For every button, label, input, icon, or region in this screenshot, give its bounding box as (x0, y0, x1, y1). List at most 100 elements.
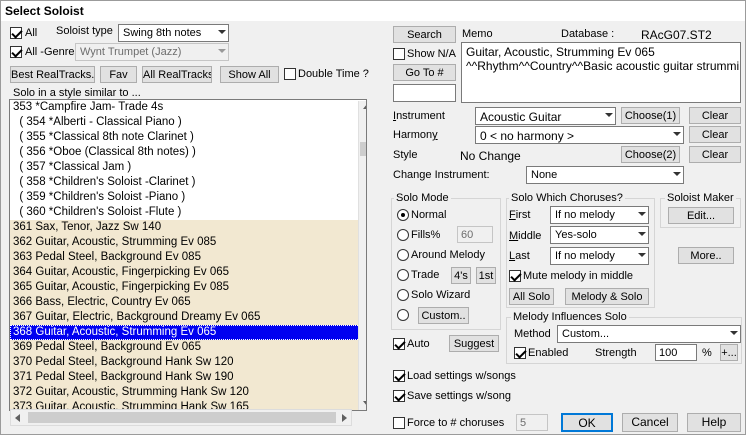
double-time-label: Double Time ? (298, 68, 369, 80)
list-item[interactable]: ( 358 *Children's Soloist -Clarinet ) (10, 175, 366, 190)
instrument-select[interactable]: Acoustic Guitar (475, 107, 616, 125)
load-settings-checkbox[interactable] (393, 370, 405, 382)
horizontal-scroll-thumb[interactable] (28, 412, 336, 423)
last-chorus-select[interactable]: If no melody (550, 247, 649, 265)
vertical-scrollbar[interactable] (358, 101, 366, 410)
percent-label: % (702, 347, 712, 359)
list-item[interactable]: 371 Pedal Steel, Background Hank Sw 190 (10, 370, 366, 385)
strength-input[interactable]: 100 (655, 344, 697, 361)
list-item[interactable]: 361 Sax, Tenor, Jazz Sw 140 (10, 220, 366, 235)
solo-wizard-radio[interactable] (397, 289, 409, 301)
ok-button[interactable]: OK (561, 413, 613, 432)
clear-harmony-button[interactable]: Clear (689, 126, 741, 143)
auto-checkbox[interactable] (393, 338, 405, 350)
list-item[interactable]: 353 *Campfire Jam- Trade 4s (10, 100, 366, 115)
trade-first-button[interactable]: 1st (476, 267, 496, 284)
all-realtracks-button[interactable]: All RealTracks (142, 66, 212, 83)
list-item[interactable]: 370 Pedal Steel, Background Hank Sw 120 (10, 355, 366, 370)
fav-button[interactable]: Fav (100, 66, 137, 83)
list-item[interactable]: 363 Pedal Steel, Background Ev 085 (10, 250, 366, 265)
list-item[interactable]: ( 356 *Oboe (Classical 8th notes) ) (10, 145, 366, 160)
list-item[interactable]: ( 360 *Children's Soloist -Flute ) (10, 205, 366, 220)
list-item[interactable]: 369 Pedal Steel, Background Ev 065 (10, 340, 366, 355)
list-item[interactable]: 365 Guitar, Acoustic, Fingerpicking Ev 0… (10, 280, 366, 295)
list-item[interactable]: 362 Guitar, Acoustic, Strumming Ev 085 (10, 235, 366, 250)
list-item[interactable]: 372 Guitar, Acoustic, Strumming Hank Sw … (10, 385, 366, 400)
double-time-checkbox[interactable] (284, 68, 296, 80)
soloist-type-select[interactable]: Swing 8th notes (118, 24, 229, 42)
edit-soloist-button[interactable]: Edit... (668, 207, 734, 224)
cancel-button[interactable]: Cancel (622, 413, 678, 432)
change-instrument-select[interactable]: None (526, 166, 684, 184)
force-choruses-input[interactable]: 5 (516, 414, 548, 431)
melody-and-solo-button[interactable]: Melody & Solo (565, 288, 649, 305)
clear-style-button[interactable]: Clear (689, 146, 741, 163)
first-chorus-select[interactable]: If no melody (550, 206, 649, 224)
soloist-maker-title: Soloist Maker (665, 192, 736, 204)
list-item[interactable]: ( 355 *Classical 8th note Clarinet ) (10, 130, 366, 145)
around-melody-radio[interactable] (397, 249, 409, 261)
fills-percent-input[interactable]: 60 (457, 226, 493, 243)
best-realtracks-button[interactable]: Best RealTracks... (10, 66, 95, 83)
show-all-button[interactable]: Show All (220, 66, 279, 83)
memo-textbox[interactable]: Guitar, Acoustic, Strumming Ev 065 ^^Rhy… (461, 42, 741, 103)
list-item[interactable]: ( 359 *Children's Soloist -Piano ) (10, 190, 366, 205)
horizontal-scrollbar[interactable] (10, 409, 352, 426)
middle-chorus-select[interactable]: Yes-solo (550, 226, 649, 244)
trade-fours-button[interactable]: 4's (451, 267, 471, 284)
help-button[interactable]: Help (687, 413, 741, 432)
scroll-right-arrow-icon[interactable] (342, 414, 347, 422)
select-soloist-dialog: Select Soloist All Soloist type Swing 8t… (0, 0, 746, 435)
harmony-select[interactable]: 0 < no harmony > (475, 126, 684, 144)
list-item[interactable]: 364 Guitar, Acoustic, Fingerpicking Ev 0… (10, 265, 366, 280)
mute-melody-checkbox[interactable] (509, 270, 521, 282)
more-button[interactable]: More.. (678, 247, 734, 264)
memo-line-1: Guitar, Acoustic, Strumming Ev 065 (466, 45, 655, 59)
list-item[interactable]: 368 Guitar, Acoustic, Strumming Ev 065 (10, 325, 366, 340)
choose-style-button[interactable]: Choose(2) (621, 146, 680, 163)
show-na-checkbox[interactable] (393, 48, 405, 60)
scroll-up-arrow-icon[interactable] (363, 104, 366, 109)
normal-radio[interactable] (397, 209, 409, 221)
list-item[interactable]: ( 357 *Classical Jam ) (10, 160, 366, 175)
suggest-button[interactable]: Suggest (449, 335, 499, 352)
goto-input[interactable] (393, 84, 456, 102)
list-item[interactable]: 366 Bass, Electric, Country Ev 065 (10, 295, 366, 310)
soloist-type-value: Swing 8th notes (123, 27, 202, 39)
instrument-label: Instrument (393, 110, 445, 122)
scroll-thumb[interactable] (360, 142, 366, 156)
soloist-list[interactable]: 353 *Campfire Jam- Trade 4s ( 354 *Alber… (9, 99, 367, 411)
memo-label: Memo (462, 28, 493, 40)
clear-instrument-button[interactable]: Clear (689, 107, 741, 124)
memo-line-2: ^^Rhythm^^Country^^Basic acoustic guitar… (466, 59, 741, 73)
chevron-down-icon (730, 331, 738, 335)
save-settings-checkbox[interactable] (393, 390, 405, 402)
save-settings-label: Save settings w/song (407, 390, 511, 402)
method-select[interactable]: Custom... (557, 325, 741, 343)
scroll-left-arrow-icon[interactable] (15, 414, 20, 422)
all-checkbox[interactable] (10, 27, 22, 39)
list-item[interactable]: 367 Guitar, Electric, Background Dreamy … (10, 310, 366, 325)
scroll-down-arrow-icon[interactable] (363, 401, 366, 406)
search-button[interactable]: Search (393, 26, 456, 43)
last-chorus-value: If no melody (555, 250, 615, 262)
force-choruses-checkbox[interactable] (393, 417, 405, 429)
all-label: All (25, 27, 38, 39)
custom-radio[interactable] (397, 309, 409, 321)
first-chorus-value: If no melody (555, 209, 615, 221)
enabled-checkbox[interactable] (514, 347, 526, 359)
choose-instrument-button[interactable]: Choose(1) (621, 107, 680, 124)
change-instrument-label: Change Instrument: (393, 169, 490, 181)
genre-select[interactable]: Wynt Trumpet (Jazz) (75, 43, 229, 61)
chevron-down-icon (605, 113, 613, 117)
goto-button[interactable]: Go To # (393, 64, 456, 81)
all-genres-checkbox[interactable] (10, 46, 22, 58)
trade-radio[interactable] (397, 269, 409, 281)
strength-plus-button[interactable]: +... (720, 344, 738, 361)
middle-chorus-value: Yes-solo (555, 229, 597, 241)
custom-button[interactable]: Custom.. (418, 307, 469, 324)
fills-radio[interactable] (397, 229, 409, 241)
all-solo-button[interactable]: All Solo (509, 288, 554, 305)
solo-wizard-label: Solo Wizard (411, 289, 471, 301)
list-item[interactable]: ( 354 *Alberti - Classical Piano ) (10, 115, 366, 130)
